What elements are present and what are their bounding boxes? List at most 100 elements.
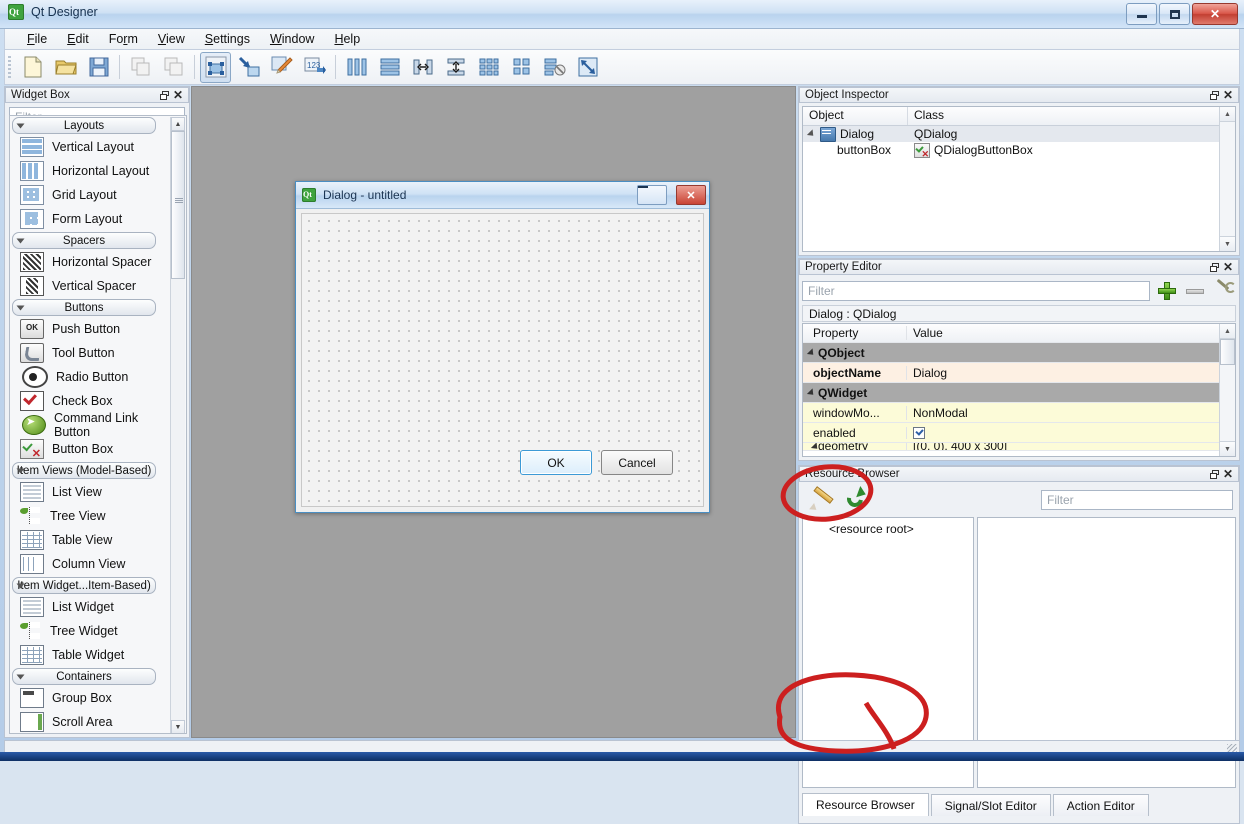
menu-window[interactable]: Window <box>260 30 324 48</box>
float-icon[interactable] <box>1207 88 1221 102</box>
widget-item-scroll-area[interactable]: Scroll Area <box>10 710 173 734</box>
wrench-icon[interactable] <box>1212 280 1236 302</box>
menu-form[interactable]: Form <box>99 30 148 48</box>
property-row-windowmodality[interactable]: windowMo... NonModal <box>803 403 1235 423</box>
layout-grid-icon[interactable] <box>473 52 504 83</box>
property-editor-scrollbar[interactable]: ▲ ▼ <box>1219 324 1235 456</box>
property-value[interactable]: Dialog <box>913 366 947 380</box>
widget-item-push-button[interactable]: Push Button <box>10 317 173 341</box>
widget-item-tool-button[interactable]: Tool Button <box>10 341 173 365</box>
property-row-enabled[interactable]: enabled <box>803 423 1235 443</box>
reload-refresh-icon[interactable] <box>844 488 868 512</box>
widget-category-item-views[interactable]: Item Views (Model-Based) <box>12 462 156 479</box>
scroll-down-icon[interactable]: ▼ <box>1220 236 1235 251</box>
menu-edit[interactable]: Edit <box>57 30 99 48</box>
property-filter-input[interactable]: Filter <box>802 281 1150 301</box>
menu-view[interactable]: View <box>148 30 195 48</box>
widget-item-command-link-button[interactable]: Command Link Button <box>10 413 173 437</box>
layout-splitter-horizontal-icon[interactable] <box>407 52 438 83</box>
layout-splitter-vertical-icon[interactable] <box>440 52 471 83</box>
close-icon[interactable]: ✕ <box>1221 88 1235 102</box>
undo-icon[interactable] <box>125 52 156 83</box>
object-inspector-scrollbar[interactable]: ▲ ▼ <box>1219 107 1235 251</box>
layout-form-icon[interactable] <box>506 52 537 83</box>
save-form-icon[interactable] <box>83 52 114 83</box>
widget-item-table-widget[interactable]: Table Widget <box>10 643 173 667</box>
property-editor-table[interactable]: Property Value QObject objectName Dialog… <box>802 323 1236 457</box>
float-icon[interactable] <box>157 88 171 102</box>
minimize-button[interactable] <box>1126 3 1157 25</box>
expand-arrow-icon[interactable] <box>807 348 816 357</box>
scrollbar-thumb[interactable] <box>171 131 185 279</box>
cancel-button[interactable]: Cancel <box>601 450 673 475</box>
property-row-geometry[interactable]: geometry [(0, 0), 400 x 300] <box>803 443 1235 451</box>
maximize-button[interactable] <box>1159 3 1190 25</box>
expand-arrow-icon[interactable] <box>807 129 816 138</box>
scroll-down-icon[interactable]: ▼ <box>1220 441 1235 456</box>
menu-help[interactable]: Help <box>324 30 370 48</box>
edit-buddies-icon[interactable] <box>266 52 297 83</box>
column-header-value[interactable]: Value <box>906 326 1235 340</box>
widget-item-radio-button[interactable]: Radio Button <box>10 365 173 389</box>
float-icon[interactable] <box>1207 260 1221 274</box>
widget-item-form-layout[interactable]: Form Layout <box>10 207 173 231</box>
property-value[interactable]: NonModal <box>913 406 968 420</box>
minus-icon[interactable] <box>1184 280 1206 302</box>
widget-box-list[interactable]: Layouts Vertical Layout Horizontal Layou… <box>9 115 187 734</box>
menu-file[interactable]: File <box>17 30 57 48</box>
widget-category-containers[interactable]: Containers <box>12 668 156 685</box>
scroll-up-icon[interactable]: ▲ <box>1220 324 1235 339</box>
form-minimize-button[interactable] <box>637 185 667 205</box>
adjust-size-icon[interactable] <box>572 52 603 83</box>
close-icon[interactable]: ✕ <box>1221 467 1235 481</box>
column-header-object[interactable]: Object <box>803 107 908 125</box>
close-icon[interactable]: ✕ <box>1221 260 1235 274</box>
form-window[interactable]: Dialog - untitled ✕ OK Cancel <box>295 181 710 513</box>
widget-item-column-view[interactable]: Column View <box>10 552 173 576</box>
widget-item-list-widget[interactable]: List Widget <box>10 595 173 619</box>
open-form-icon[interactable] <box>50 52 81 83</box>
widget-item-check-box[interactable]: Check Box <box>10 389 173 413</box>
widget-item-grid-layout[interactable]: Grid Layout <box>10 183 173 207</box>
form-canvas-body[interactable]: OK Cancel <box>301 213 704 507</box>
new-form-icon[interactable] <box>17 52 48 83</box>
toolbar-grip[interactable] <box>8 56 11 78</box>
widget-item-tree-view[interactable]: Tree View <box>10 504 173 528</box>
widget-item-vertical-layout[interactable]: Vertical Layout <box>10 135 173 159</box>
scroll-up-icon[interactable]: ▲ <box>1220 107 1235 122</box>
enabled-checkbox[interactable] <box>913 427 925 439</box>
column-header-property[interactable]: Property <box>803 326 906 340</box>
break-layout-icon[interactable] <box>539 52 570 83</box>
object-inspector-tree[interactable]: Object Class Dialog QDialog buttonBox QD… <box>802 106 1236 252</box>
close-icon[interactable]: ✕ <box>171 88 185 102</box>
scroll-up-icon[interactable]: ▲ <box>171 117 185 131</box>
layout-vertically-icon[interactable] <box>374 52 405 83</box>
redo-icon[interactable] <box>158 52 189 83</box>
tab-signal-slot-editor[interactable]: Signal/Slot Editor <box>931 794 1051 816</box>
widget-item-tree-widget[interactable]: Tree Widget <box>10 619 173 643</box>
menu-settings[interactable]: Settings <box>195 30 260 48</box>
widget-item-horizontal-spacer[interactable]: Horizontal Spacer <box>10 250 173 274</box>
widget-item-horizontal-layout[interactable]: Horizontal Layout <box>10 159 173 183</box>
expand-arrow-icon[interactable] <box>807 388 816 397</box>
widget-item-button-box[interactable]: Button Box <box>10 437 173 461</box>
plus-icon[interactable] <box>1156 280 1178 302</box>
widget-category-buttons[interactable]: Buttons <box>12 299 156 316</box>
table-row[interactable]: Dialog QDialog <box>803 126 1235 142</box>
pencil-edit-icon[interactable] <box>810 488 836 512</box>
edit-widgets-icon[interactable] <box>200 52 231 83</box>
close-button[interactable]: ✕ <box>1192 3 1238 25</box>
property-group-qobject[interactable]: QObject <box>803 343 1235 363</box>
property-group-qwidget[interactable]: QWidget <box>803 383 1235 403</box>
column-header-class[interactable]: Class <box>908 107 1235 125</box>
tab-resource-browser[interactable]: Resource Browser <box>802 793 929 816</box>
widget-item-vertical-spacer[interactable]: Vertical Spacer <box>10 274 173 298</box>
ok-button[interactable]: OK <box>520 450 592 475</box>
resource-root-label[interactable]: <resource root> <box>829 522 914 536</box>
layout-horizontally-icon[interactable] <box>341 52 372 83</box>
widget-category-spacers[interactable]: Spacers <box>12 232 156 249</box>
widget-item-list-view[interactable]: List View <box>10 480 173 504</box>
scroll-down-icon[interactable]: ▼ <box>171 720 185 734</box>
float-icon[interactable] <box>1207 467 1221 481</box>
widget-item-group-box[interactable]: Group Box <box>10 686 173 710</box>
